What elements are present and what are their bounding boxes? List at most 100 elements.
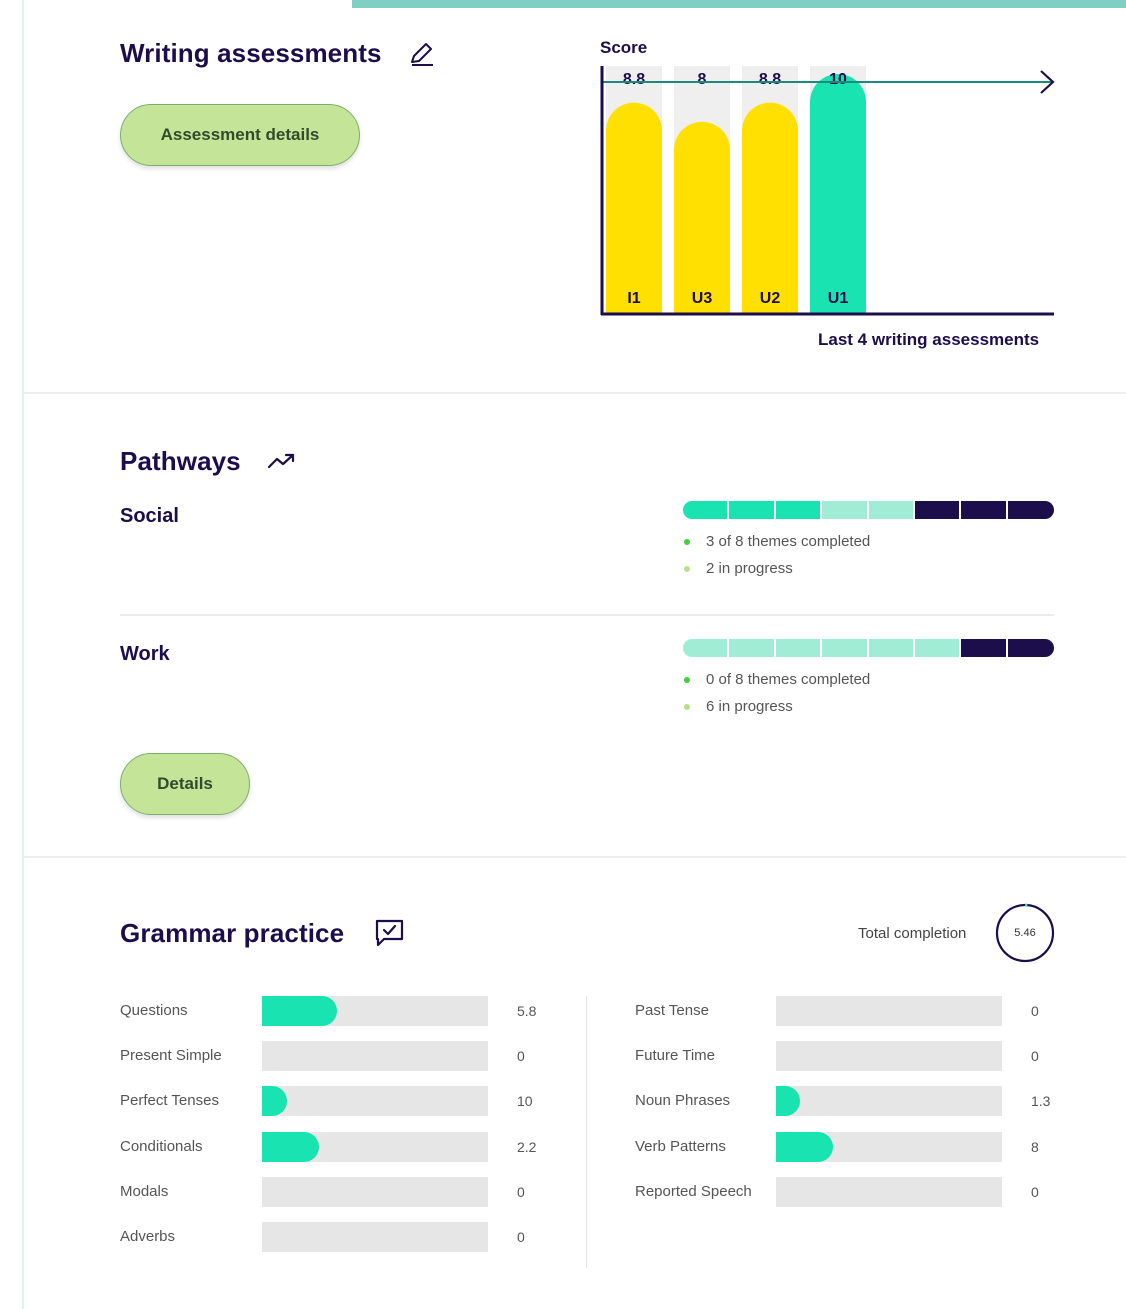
bar-value-label: 8 [698,71,707,88]
progress-segment [729,639,776,657]
progress-segment [822,639,869,657]
bar-category-label: U2 [760,290,781,307]
bar-category-label: U1 [828,290,849,307]
total-completion-ring: 5.46 [995,903,1055,963]
grammar-progress-fill [776,1086,800,1117]
grammar-column-divider [586,996,587,1268]
progress-segment [914,501,962,519]
pathway-progress-bar [683,639,1054,657]
writing-title: Writing assessments [120,38,382,68]
total-completion-label: Total completion [858,925,967,942]
grammar-topic-label: Questions [120,1002,188,1019]
progress-segment [775,639,823,657]
grammar-topic-label: Past Tense [635,1002,709,1019]
grammar-topic-label: Future Time [635,1047,716,1065]
bar-category-label: U3 [692,290,713,307]
progress-segment [729,501,776,519]
score-bar [810,74,866,313]
pencil-icon[interactable] [408,40,436,73]
pathway-legend-item: 2 in progress [684,560,793,577]
grammar-score-value: 5.8 [517,1003,537,1019]
pathway-label: Social [120,505,179,527]
grammar-progress-bar [262,1131,488,1162]
legend-text: 6 in progress [706,698,793,715]
grammar-score-value: 0 [1031,1048,1039,1065]
grammar-progress-bar [262,1041,488,1072]
pathway-legend-item: 3 of 8 themes completed [684,533,870,550]
score-chart-svg: 8.8 I1 8 U3 8.8 U2 10 U1 [600,66,1055,316]
progress-segment [868,639,915,657]
score-chart: Score 8.8 I1 8 U3 8.8 U2 10 U1 Last 4 writing a… [598,36,1058,356]
chart-caption: Last 4 writing assessments [818,330,1040,349]
pathway-label: Work [120,643,170,665]
chat-check-icon [374,918,406,953]
legend-dot-icon [684,538,690,545]
score-bar [742,102,798,313]
grammar-score-value: 0 [1031,1003,1039,1019]
legend-dot-icon [684,676,690,683]
grammar-topic-label: Modals [120,1182,169,1200]
total-completion-value: 5.46 [1014,927,1036,939]
grammar-topic-label: Noun Phrases [635,1092,731,1110]
grammar-score-value: 0 [517,1229,525,1245]
left-rule [22,0,24,1309]
grammar-score-value: 1.3 [1031,1093,1051,1110]
grammar-progress-bar [262,1086,488,1117]
grammar-score-value: 0 [517,1048,525,1065]
grammar-progress-bar [776,996,1002,1026]
grammar-topic-label: Present Simple [120,1047,222,1065]
bar-value-label: 10 [829,71,847,88]
legend-text: 0 of 8 themes completed [706,671,871,688]
score-bar [674,121,730,313]
grammar-title: Grammar practice [120,918,345,948]
pathway-progress-bar [683,501,1054,519]
grammar-progress-bar [776,1041,1002,1072]
progress-segment [683,501,730,519]
pathway-legend-item: 0 of 8 themes completed [684,671,870,688]
section-divider [24,856,1126,858]
bar-value-label: 8.8 [759,71,781,88]
progress-segment [683,639,730,657]
grammar-progress-fill [262,996,337,1026]
progress-segment [961,501,1008,519]
progress-segment [1007,639,1054,657]
section-divider [24,392,1126,394]
grammar-progress-fill [262,1131,319,1162]
bar-category-label: I1 [627,290,640,307]
grammar-progress-bar [262,1222,488,1252]
grammar-score-value: 2.2 [517,1138,537,1155]
grammar-topic-label: Adverbs [120,1228,176,1245]
trending-up-icon [266,450,298,477]
grammar-topic-label: Reported Speech [635,1182,752,1200]
grammar-progress-bar [776,1086,1002,1117]
grammar-score-value: 10 [517,1093,533,1110]
grammar-progress-fill [776,1131,833,1162]
score-bar [606,102,662,313]
pathways-details-button[interactable]: Details [120,753,250,815]
progress-segment [1007,501,1054,519]
progress-segment [868,501,915,519]
progress-segment [914,639,962,657]
legend-dot-icon [684,703,690,710]
legend-dot-icon [684,565,690,572]
progress-segment [775,501,823,519]
progress-segment [822,501,869,519]
pathways-title: Pathways [120,446,241,476]
top-accent-bar [352,0,1126,8]
grammar-progress-bar [776,1176,1002,1207]
grammar-score-value: 0 [517,1183,525,1200]
assessment-details-button[interactable]: Assessment details [120,104,360,166]
pathway-legend-item: 6 in progress [684,698,793,715]
pathway-divider [120,614,1054,616]
legend-text: 3 of 8 themes completed [706,533,871,550]
grammar-topic-label: Verb Patterns [635,1137,726,1155]
grammar-progress-bar [262,1176,488,1207]
grammar-score-value: 0 [1031,1183,1039,1200]
grammar-progress-bar [262,996,488,1026]
bar-value-label: 8.8 [623,71,645,88]
progress-segment [961,639,1008,657]
grammar-score-value: 8 [1031,1138,1039,1155]
grammar-progress-fill [262,1086,287,1117]
grammar-topic-label: Perfect Tenses [120,1092,219,1110]
grammar-topic-label: Conditionals [120,1137,203,1155]
